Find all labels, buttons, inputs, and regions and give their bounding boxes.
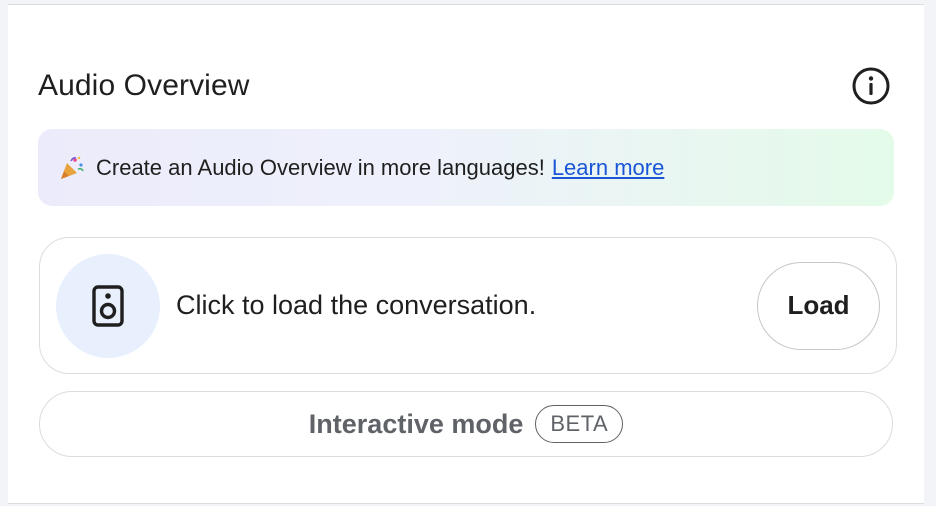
languages-banner: Create an Audio Overview in more languag… [38,129,894,206]
load-button[interactable]: Load [757,261,880,350]
panel-title: Audio Overview [38,69,250,102]
beta-badge: BETA [535,405,624,443]
banner-text: Create an Audio Overview in more languag… [96,154,545,180]
load-conversation-text: Click to load the conversation. [176,290,537,320]
interactive-mode-button[interactable]: Interactive mode BETA [39,391,893,457]
interactive-mode-label: Interactive mode [308,408,524,439]
info-button[interactable] [850,65,892,107]
speaker-avatar [56,253,160,358]
panel-header: Audio Overview [38,63,894,109]
audio-overview-panel: Audio Overview Create an Audio Overview … [8,4,924,504]
speaker-icon [92,284,124,327]
learn-more-link[interactable]: Learn more [552,155,665,181]
conversation-card: Click to load the conversation. Load [39,237,897,374]
info-circle-icon [852,67,890,105]
party-popper-icon [58,154,86,182]
